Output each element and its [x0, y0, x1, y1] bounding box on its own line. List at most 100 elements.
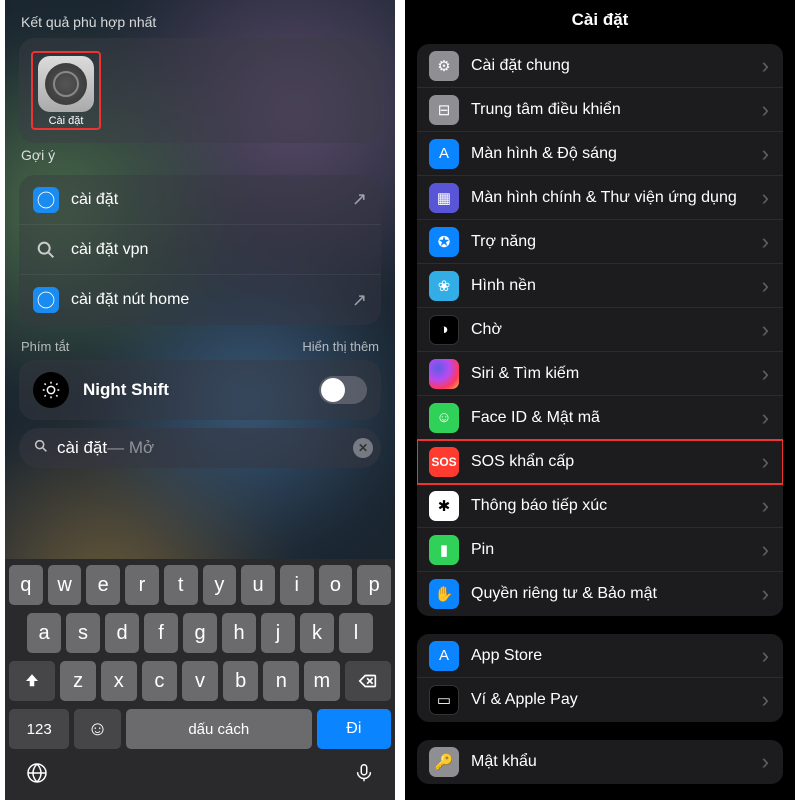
mic-icon[interactable] — [353, 762, 375, 789]
settings-row[interactable]: ☺Face ID & Mật mã› — [417, 396, 783, 440]
chevron-right-icon: › — [762, 643, 769, 669]
globe-icon[interactable] — [25, 761, 49, 790]
key-emoji[interactable]: ☺ — [74, 709, 120, 749]
row-label: Trung tâm điều khiển — [471, 101, 762, 119]
row-label: SOS khẩn cấp — [471, 453, 762, 471]
key-f[interactable]: f — [144, 613, 178, 653]
chevron-right-icon: › — [762, 141, 769, 167]
key-go[interactable]: Đi — [317, 709, 391, 749]
key-delete[interactable] — [345, 661, 391, 701]
row-label: Chờ — [471, 321, 762, 339]
row-label: Thông báo tiếp xúc — [471, 497, 762, 515]
key-l[interactable]: l — [339, 613, 373, 653]
row-icon: A — [429, 641, 459, 671]
row-label: Quyền riêng tư & Bảo mật — [471, 585, 762, 603]
key-u[interactable]: u — [241, 565, 275, 605]
clear-search-button[interactable]: ✕ — [353, 438, 373, 458]
key-e[interactable]: e — [86, 565, 120, 605]
key-q[interactable]: q — [9, 565, 43, 605]
settings-row[interactable]: ✪Trợ năng› — [417, 220, 783, 264]
settings-row[interactable]: ▦ Màn hình chính & Thư viện ứng dụng› — [417, 176, 783, 220]
row-icon: SOS — [429, 447, 459, 477]
settings-row[interactable]: ⚙Cài đặt chung› — [417, 44, 783, 88]
settings-row[interactable]: ⊟ Trung tâm điều khiển› — [417, 88, 783, 132]
settings-row[interactable]: ◑ Chờ› — [417, 308, 783, 352]
key-v[interactable]: v — [182, 661, 218, 701]
key-z[interactable]: z — [60, 661, 96, 701]
row-icon: ◑ — [429, 315, 459, 345]
key-y[interactable]: y — [203, 565, 237, 605]
keyboard-row-2: asdfghjkl — [9, 613, 391, 653]
suggestion-row[interactable]: cài đặt vpn — [19, 225, 381, 275]
suggestions-list: cài đặt↗ cài đặt vpn cài đặt nút home↗ — [19, 175, 381, 325]
key-k[interactable]: k — [300, 613, 334, 653]
night-shift-card[interactable]: Night Shift — [19, 360, 381, 420]
search-field[interactable]: cài đặt — Mở ✕ — [19, 428, 381, 468]
settings-screen: Cài đặt ⚙Cài đặt chung›⊟Trung tâm điều k… — [405, 0, 795, 800]
key-123[interactable]: 123 — [9, 709, 69, 749]
key-a[interactable]: a — [27, 613, 61, 653]
settings-row[interactable]: AApp Store› — [417, 634, 783, 678]
keyboard-row-3: zxcvbnm — [9, 661, 391, 701]
show-more-link[interactable]: Hiển thị thêm — [302, 339, 379, 354]
settings-row[interactable]: ✋ Quyền riêng tư & Bảo mật› — [417, 572, 783, 616]
suggestion-row[interactable]: cài đặt nút home↗ — [19, 275, 381, 325]
settings-row[interactable]: ❀Hình nền› — [417, 264, 783, 308]
key-c[interactable]: c — [142, 661, 178, 701]
row-label: Siri & Tìm kiếm — [471, 365, 762, 383]
key-d[interactable]: d — [105, 613, 139, 653]
key-x[interactable]: x — [101, 661, 137, 701]
key-space[interactable]: dấu cách — [126, 709, 312, 749]
chevron-right-icon: › — [762, 405, 769, 431]
key-r[interactable]: r — [125, 565, 159, 605]
key-t[interactable]: t — [164, 565, 198, 605]
row-label: Màn hình & Độ sáng — [471, 145, 762, 163]
key-n[interactable]: n — [263, 661, 299, 701]
search-icon — [33, 237, 59, 263]
settings-row[interactable]: ▭Ví & Apple Pay› — [417, 678, 783, 722]
settings-row[interactable]: Siri & Tìm kiếm› — [417, 352, 783, 396]
chevron-right-icon: › — [762, 185, 769, 211]
row-icon: ⊟ — [429, 95, 459, 125]
safari-icon — [33, 187, 59, 213]
settings-row[interactable]: ▮Pin› — [417, 528, 783, 572]
key-s[interactable]: s — [66, 613, 100, 653]
settings-row[interactable]: SOSSOS khẩn cấp› — [417, 440, 783, 484]
row-icon: ✋ — [429, 579, 459, 609]
keyboard-row-4: 123 ☺ dấu cách Đi — [9, 709, 391, 749]
gear-icon — [45, 63, 87, 105]
night-shift-toggle[interactable] — [319, 376, 367, 404]
row-icon: ▦ — [429, 183, 459, 213]
shortcuts-title: Phím tắt — [21, 339, 69, 354]
chevron-right-icon: › — [762, 317, 769, 343]
keyboard-row-1: qwertyuiop — [9, 565, 391, 605]
chevron-right-icon: › — [762, 581, 769, 607]
key-h[interactable]: h — [222, 613, 256, 653]
row-label: Màn hình chính & Thư viện ứng dụng — [471, 189, 762, 207]
settings-app-tile[interactable]: Cài đặt — [31, 51, 101, 130]
key-j[interactable]: j — [261, 613, 295, 653]
open-arrow-icon: ↗ — [352, 189, 367, 210]
key-b[interactable]: b — [223, 661, 259, 701]
chevron-right-icon: › — [762, 97, 769, 123]
key-p[interactable]: p — [357, 565, 391, 605]
settings-row[interactable]: AMàn hình & Độ sáng› — [417, 132, 783, 176]
key-m[interactable]: m — [304, 661, 340, 701]
suggestion-row[interactable]: cài đặt↗ — [19, 175, 381, 225]
settings-row[interactable]: 🔑Mật khẩu› — [417, 740, 783, 784]
row-label: Mật khẩu — [471, 753, 762, 771]
key-g[interactable]: g — [183, 613, 217, 653]
chevron-right-icon: › — [762, 273, 769, 299]
key-o[interactable]: o — [319, 565, 353, 605]
row-icon: ✱ — [429, 491, 459, 521]
suggestions-title: Gợi ý — [21, 147, 379, 163]
key-shift[interactable] — [9, 661, 55, 701]
row-label: Cài đặt chung — [471, 57, 762, 75]
row-label: Ví & Apple Pay — [471, 691, 762, 709]
keyboard-bottom-bar — [9, 757, 391, 796]
settings-row[interactable]: ✱Thông báo tiếp xúc› — [417, 484, 783, 528]
row-icon: ▮ — [429, 535, 459, 565]
suggestion-label: cài đặt vpn — [71, 241, 367, 259]
key-w[interactable]: w — [48, 565, 82, 605]
key-i[interactable]: i — [280, 565, 314, 605]
